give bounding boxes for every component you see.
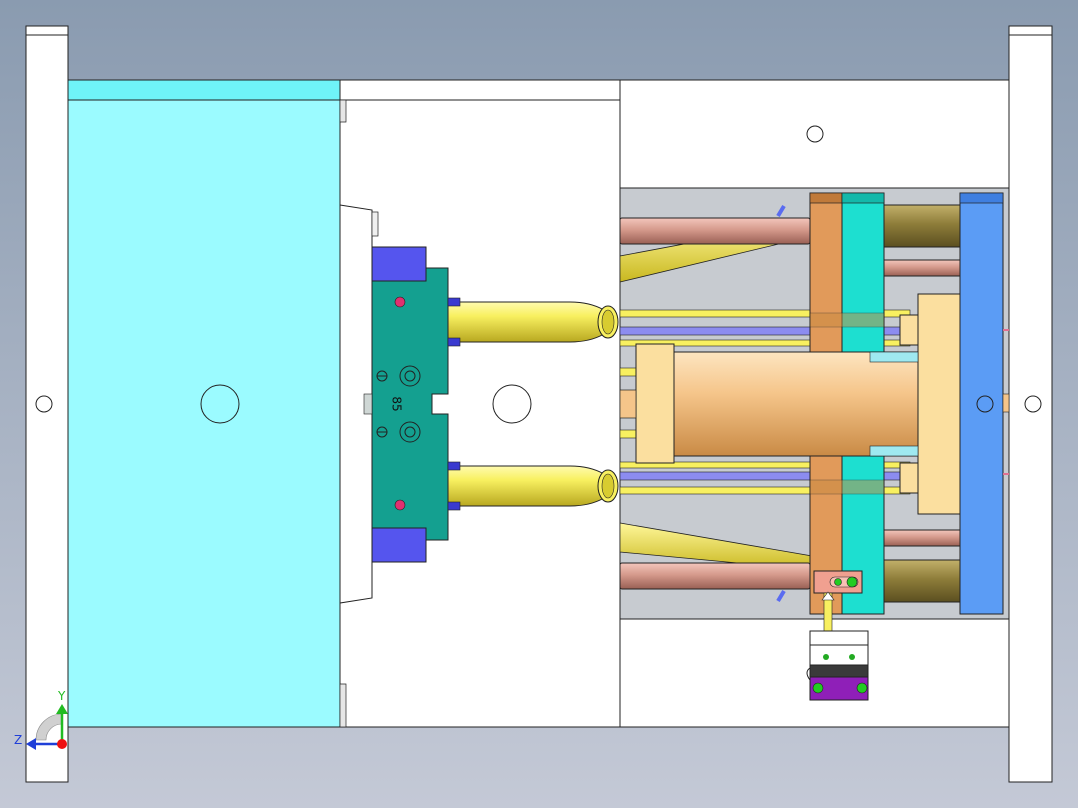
return-pin-upper	[619, 217, 811, 245]
axis-z-label: Z	[14, 733, 22, 747]
cad-viewport[interactable]: 85 Y Z	[0, 0, 1078, 808]
guide-pin-lower-right	[883, 529, 961, 547]
core-insert-lower	[447, 465, 619, 507]
plate-number-label: 85	[390, 396, 404, 411]
left-side-plate	[25, 25, 69, 783]
right-bolt-hole	[1024, 395, 1042, 413]
support-pillar-upper	[883, 204, 961, 248]
return-pin-lower	[619, 562, 811, 590]
cavity-plate	[67, 79, 341, 728]
core-insert-upper	[447, 301, 619, 343]
mold-assembly-drawing: 85 Y Z	[0, 0, 1078, 808]
support-pillar-lower	[883, 559, 961, 603]
middle-plate-center-hole	[492, 384, 532, 424]
slider-marker-upper	[394, 296, 406, 308]
ejector-pad	[917, 293, 961, 515]
slider-marker-lower	[394, 499, 406, 511]
clamp-plate-hole	[976, 395, 994, 413]
limit-switch-assembly	[806, 570, 869, 701]
guide-pin-upper-right	[883, 259, 961, 277]
ejector-cylinder	[619, 343, 919, 464]
right-side-plate	[1008, 25, 1053, 783]
moving-plate-top-hole	[806, 125, 824, 143]
axis-y-label: Y	[57, 689, 66, 703]
left-bolt-hole	[35, 395, 53, 413]
cavity-plate-center-hole	[200, 384, 240, 424]
